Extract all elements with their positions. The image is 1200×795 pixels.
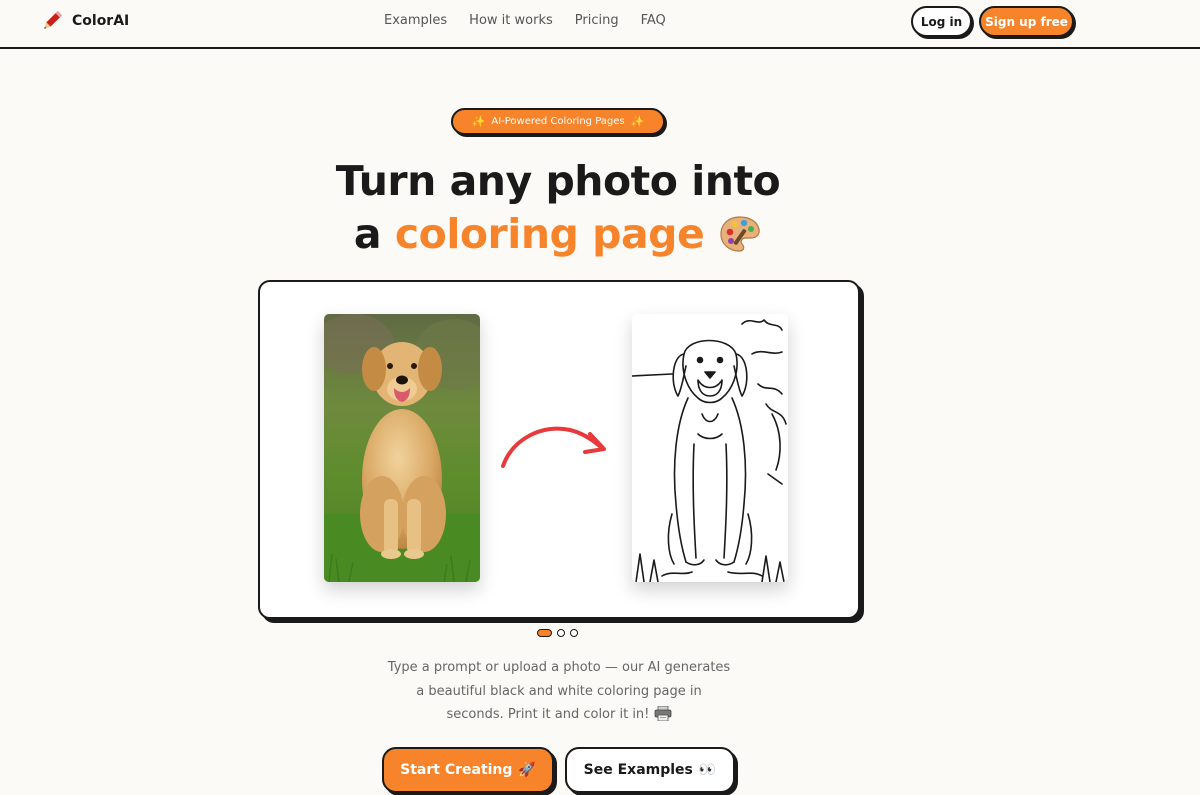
nav-link-how-it-works[interactable]: How it works <box>469 13 553 28</box>
coloring-page-image <box>632 314 788 582</box>
nav-link-faq[interactable]: FAQ <box>641 13 666 28</box>
headline-prefix: a <box>353 210 382 258</box>
carousel-dots <box>537 629 578 637</box>
hero-badge: ✨ AI-Powered Coloring Pages ✨ <box>451 108 665 135</box>
brand-logo[interactable]: ColorAI <box>40 9 129 33</box>
brand-name: ColorAI <box>72 13 130 29</box>
rocket-icon: 🚀 <box>518 762 536 778</box>
carousel-dot-3[interactable] <box>570 629 578 637</box>
see-examples-label: See Examples <box>583 762 693 778</box>
dog-photo <box>324 314 480 582</box>
carousel-dot-2[interactable] <box>557 629 565 637</box>
sparkles-icon: ✨ <box>630 115 645 128</box>
coloring-page-preview <box>632 314 788 582</box>
start-creating-label: Start Creating <box>400 762 513 778</box>
nav-link-pricing[interactable]: Pricing <box>575 13 619 28</box>
hero-description: Type a prompt or upload a photo — our AI… <box>386 656 732 727</box>
hero-badge-label: AI-Powered Coloring Pages <box>491 116 625 127</box>
signup-button[interactable]: Sign up free <box>979 6 1074 37</box>
see-examples-button[interactable]: See Examples 👀 <box>565 747 735 793</box>
nav-link-examples[interactable]: Examples <box>384 13 447 28</box>
pencil-icon <box>44 11 62 29</box>
hero-headline: Turn any photo into a coloring page <box>0 155 1116 261</box>
eyes-icon: 👀 <box>698 762 717 778</box>
transform-arrow-icon <box>501 426 606 468</box>
top-navbar: ColorAI Examples How it works Pricing FA… <box>0 0 1200 49</box>
palette-icon <box>720 216 760 252</box>
carousel-dot-1[interactable] <box>537 629 552 637</box>
before-after-showcase <box>258 280 860 619</box>
hero-description-text: Type a prompt or upload a photo — our AI… <box>387 660 731 722</box>
dog-photo-image <box>324 314 480 582</box>
headline-accent: coloring page <box>394 210 705 258</box>
sparkles-icon: ✨ <box>471 115 486 128</box>
start-creating-button[interactable]: Start Creating 🚀 <box>382 747 554 793</box>
headline-line-1: Turn any photo into <box>335 157 781 205</box>
login-button[interactable]: Log in <box>911 6 972 37</box>
nav-links: Examples How it works Pricing FAQ <box>384 13 688 28</box>
printer-icon <box>654 706 671 721</box>
headline-line-2: a coloring page <box>0 208 1116 261</box>
